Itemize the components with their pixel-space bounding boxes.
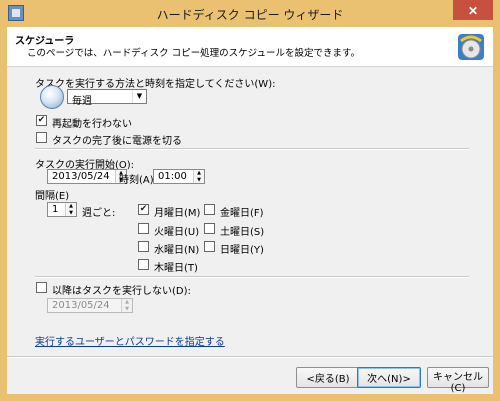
wizard-header: スケジューラ このページでは、ハードディスク コピー処理のスケジュールを設定でき… <box>7 27 493 67</box>
day-sunday-label: 日曜日(Y) <box>220 245 264 256</box>
spin-down-icon: ▼ <box>125 305 129 312</box>
day-sunday-checkbox[interactable] <box>204 241 215 252</box>
end-date-label: 以降はタスクを実行しない(D): <box>52 286 191 297</box>
day-saturday-checkbox[interactable] <box>204 223 215 234</box>
end-date-spinner[interactable]: ▲ ▼ <box>121 299 132 312</box>
window-title: ハードディスク コピー ウィザード <box>156 8 344 22</box>
start-time-spinner[interactable]: ▲ ▼ <box>193 170 204 183</box>
start-time-field[interactable]: 01:00 ▲ ▼ <box>153 169 205 184</box>
start-time-value: 01:00 <box>158 171 187 182</box>
spin-down-icon: ▼ <box>69 209 73 216</box>
start-date-value: 2013/05/24 <box>52 171 110 182</box>
time-label: 時刻(A) <box>119 175 154 186</box>
day-monday-label: 月曜日(M) <box>154 208 201 219</box>
day-saturday-label: 土曜日(S) <box>220 227 265 238</box>
schedule-method-value: 毎週 <box>72 96 92 107</box>
interval-value: 1 <box>52 204 59 215</box>
day-friday-label: 金曜日(F) <box>220 208 264 219</box>
day-thursday-checkbox[interactable] <box>138 259 149 270</box>
separator <box>35 148 469 150</box>
wizard-window: ハードディスク コピー ウィザード ✕ スケジューラ このページでは、ハードディ… <box>0 0 500 401</box>
no-reboot-label: 再起動を行わない <box>52 119 132 130</box>
chevron-down-icon: ▼ <box>132 90 146 103</box>
close-button[interactable]: ✕ <box>453 0 493 20</box>
day-monday-checkbox[interactable]: ✔ <box>138 204 149 215</box>
end-date-value: 2013/05/24 <box>52 300 110 311</box>
footer-separator <box>7 356 493 358</box>
next-button[interactable]: 次へ(N)> <box>357 367 421 388</box>
power-off-label: タスクの完了後に電源を切る <box>52 136 182 147</box>
header-subtitle: このページでは、ハードディスク コピー処理のスケジュールを設定できます。 <box>27 48 361 59</box>
day-friday-checkbox[interactable] <box>204 204 215 215</box>
clock-icon <box>40 85 64 109</box>
schedule-method-select[interactable]: 毎週 ▼ <box>67 89 147 107</box>
day-wednesday-checkbox[interactable] <box>138 241 149 252</box>
back-button[interactable]: <戻る(B) <box>296 367 360 388</box>
method-label: タスクを実行する方法と時刻を指定してください(W): <box>35 79 276 90</box>
cancel-button[interactable]: キャンセル(C) <box>427 367 489 394</box>
interval-field[interactable]: 1 ▲ ▼ <box>47 202 77 217</box>
day-wednesday-label: 水曜日(N) <box>154 245 200 256</box>
user-password-link[interactable]: 実行するユーザーとパスワードを指定する <box>35 333 225 348</box>
client-area: スケジューラ このページでは、ハードディスク コピー処理のスケジュールを設定でき… <box>7 27 493 394</box>
spin-down-icon: ▼ <box>197 176 201 183</box>
day-tuesday-label: 火曜日(U) <box>154 227 200 238</box>
end-date-field[interactable]: 2013/05/24 ▲ ▼ <box>47 298 133 313</box>
interval-label: 間隔(E) <box>35 191 70 202</box>
interval-spinner[interactable]: ▲ ▼ <box>65 203 76 216</box>
start-date-field[interactable]: 2013/05/24 ▲ ▼ <box>47 169 127 184</box>
day-thursday-label: 木曜日(T) <box>154 263 198 274</box>
day-tuesday-checkbox[interactable] <box>138 223 149 234</box>
power-off-checkbox[interactable] <box>36 132 47 143</box>
title-bar[interactable]: ハードディスク コピー ウィザード ✕ <box>0 0 500 26</box>
no-reboot-checkbox[interactable]: ✔ <box>36 115 47 126</box>
interval-unit: 週ごと: <box>82 208 116 219</box>
end-date-checkbox[interactable] <box>36 282 47 293</box>
separator <box>35 276 469 278</box>
disk-copy-icon <box>458 34 484 60</box>
